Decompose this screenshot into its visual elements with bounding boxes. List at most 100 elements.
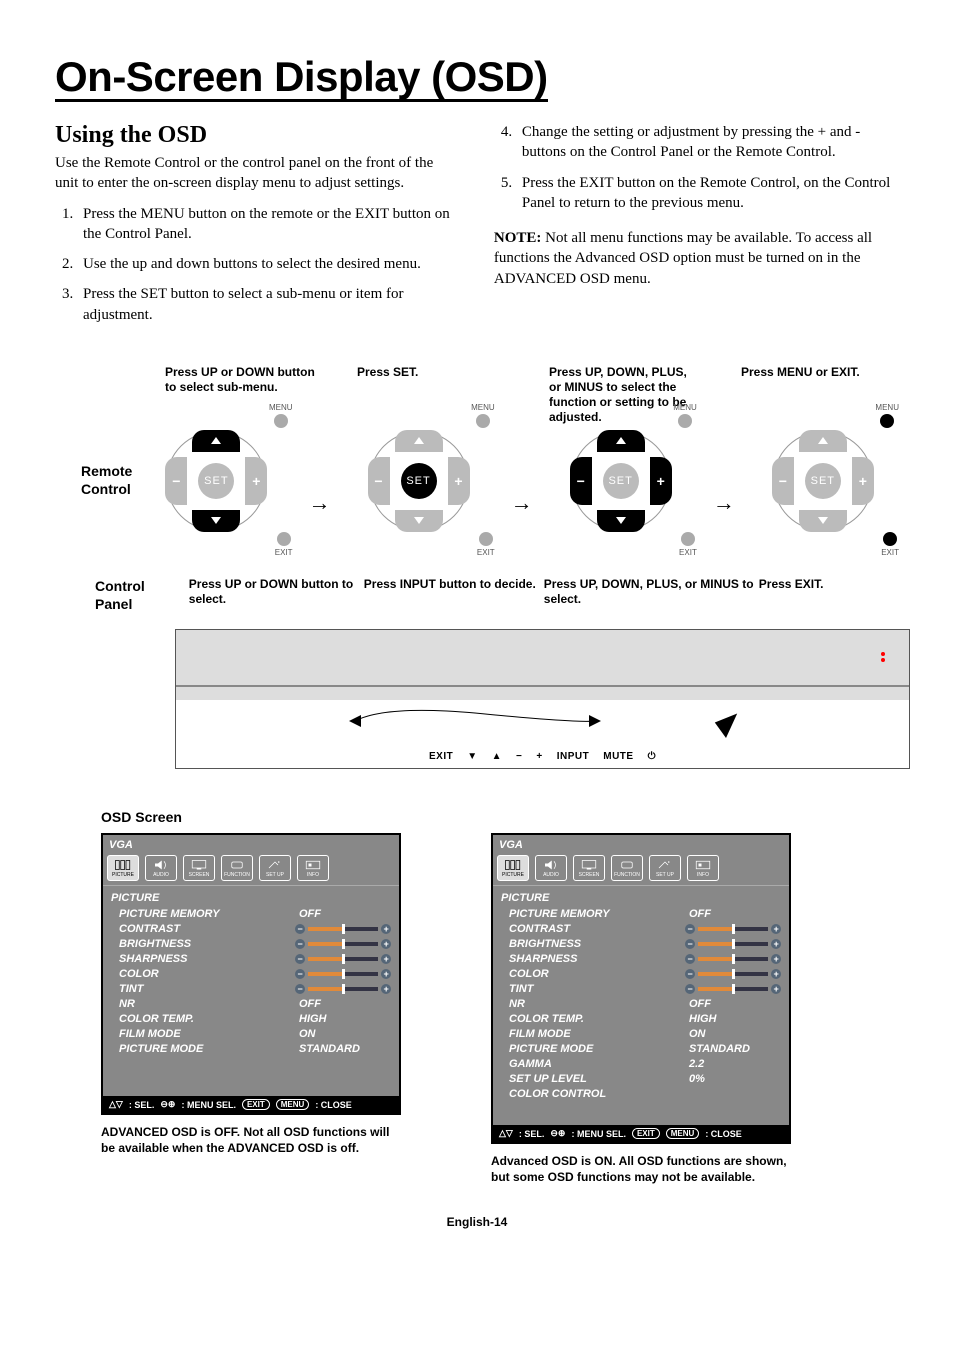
osd-menu-item: CONTRAST−+ xyxy=(111,921,391,936)
osd-tab-info: INFO xyxy=(687,855,719,881)
set-button: SET xyxy=(603,463,639,499)
osd-menu-item: BRIGHTNESS−+ xyxy=(501,936,781,951)
slider-control: −+ xyxy=(685,969,781,979)
control-caption-1: Press UP or DOWN button to select. xyxy=(189,577,364,607)
osd-menu-item: COLOR TEMP.HIGH xyxy=(501,1011,781,1026)
down-button-icon xyxy=(395,510,443,532)
osd-tab-setup: SET UP xyxy=(649,855,681,881)
down-button-icon xyxy=(192,510,240,532)
note-label: NOTE: xyxy=(494,230,542,246)
led-icon xyxy=(881,652,885,656)
osd-tab-audio: AUDIO xyxy=(535,855,567,881)
updown-icon: △▽ xyxy=(499,1128,513,1139)
osd-item-value: OFF xyxy=(299,908,391,920)
osd-item-value: ON xyxy=(299,1028,391,1040)
pointer-arrow-icon xyxy=(345,705,605,742)
remote-diagram-2: MENU − + SET EXIT xyxy=(347,425,495,535)
osd-menu-item: SHARPNESS−+ xyxy=(501,951,781,966)
osd-tab-function: FUNCTION xyxy=(611,855,643,881)
osd-tab-info: INFO xyxy=(297,855,329,881)
osd-menu-item: COLOR −+ xyxy=(501,966,781,981)
control-caption-2: Press INPUT button to decide. xyxy=(364,577,544,607)
osd-menu-item: COLOR CONTROL xyxy=(501,1086,781,1101)
power-icon: ⏻ xyxy=(648,751,656,762)
osd-menu-item: SET UP LEVEL0% xyxy=(501,1071,781,1086)
slider-control: −+ xyxy=(295,969,391,979)
osd-item-label: SHARPNESS xyxy=(111,953,187,965)
step-1: Press the MENU button on the remote or t… xyxy=(77,204,460,245)
down-button-icon xyxy=(597,510,645,532)
osd-item-label: TINT xyxy=(111,983,143,995)
plus-button-icon: + xyxy=(852,457,874,505)
remote-control-label: RemoteControl xyxy=(81,462,132,498)
osd-item-value: OFF xyxy=(689,908,781,920)
osd-item-label: COLOR TEMP. xyxy=(111,1013,194,1025)
minus-icon: − xyxy=(516,751,522,762)
osd-screen-heading: OSD Screen xyxy=(101,809,899,825)
osd-item-label: PICTURE MEMORY xyxy=(501,908,610,920)
osd-item-label: CONTRAST xyxy=(111,923,180,935)
osd-item-value: HIGH xyxy=(689,1013,781,1025)
arrow-icon: → xyxy=(713,490,735,516)
page-number: English-14 xyxy=(55,1215,899,1229)
osd-menu-item: BRIGHTNESS−+ xyxy=(111,936,391,951)
plus-button-icon: + xyxy=(245,457,267,505)
osd-caption-on: Advanced OSD is ON. All OSD functions ar… xyxy=(491,1154,791,1185)
osd-item-label: COLOR CONTROL xyxy=(501,1088,606,1100)
osd-item-label: GAMMA xyxy=(501,1058,552,1070)
panel-mute-label: MUTE xyxy=(603,751,633,762)
osd-item-label: TINT xyxy=(501,983,533,995)
osd-menu-item: NROFF xyxy=(111,996,391,1011)
osd-item-label: FILM MODE xyxy=(111,1028,181,1040)
osd-item-label: COLOR xyxy=(501,968,549,980)
menu-button: MENU xyxy=(875,403,899,430)
osd-item-label: FILM MODE xyxy=(501,1028,571,1040)
osd-menu-item: FILM MODE ON xyxy=(501,1026,781,1041)
menu-pill: MENU xyxy=(276,1099,310,1110)
up-button-icon xyxy=(395,430,443,452)
exit-button: EXIT xyxy=(881,530,899,557)
exit-pill: EXIT xyxy=(632,1128,660,1139)
osd-footer: △▽: SEL. ⊖⊕: MENU SEL. EXIT MENU : CLOSE xyxy=(493,1125,789,1142)
steps-list-left: Press the MENU button on the remote or t… xyxy=(55,204,460,325)
control-caption-4: Press EXIT. xyxy=(759,577,879,607)
up-button-icon xyxy=(597,430,645,452)
osd-tab-picture: PICTURE xyxy=(497,855,529,881)
osd-menu-item: FILM MODE ON xyxy=(111,1026,391,1041)
osd-tab-screen: SCREEN xyxy=(183,855,215,881)
remote-diagram-4: MENU − + SET EXIT xyxy=(751,425,899,535)
remote-diagram-1: MENU − + SET EXIT xyxy=(144,425,292,535)
osd-tab-picture: PICTURE xyxy=(107,855,139,881)
plus-icon: + xyxy=(536,751,542,762)
arrow-icon: → xyxy=(309,490,331,516)
set-button: SET xyxy=(198,463,234,499)
plusminus-icon: ⊖⊕ xyxy=(160,1099,175,1110)
panel-exit-label: EXIT xyxy=(429,751,453,762)
osd-tab-bar: PICTURE AUDIO SCREEN FUNCTION SET UP INF… xyxy=(103,851,399,886)
section-heading: Using the OSD xyxy=(55,122,460,149)
osd-menu-item: CONTRAST−+ xyxy=(501,921,781,936)
exit-pill: EXIT xyxy=(242,1099,270,1110)
osd-item-label: BRIGHTNESS xyxy=(111,938,191,950)
remote-caption-4: Press MENU or EXIT. xyxy=(741,365,891,423)
osd-tab-setup: SET UP xyxy=(259,855,291,881)
osd-menu-item: PICTURE MEMORY OFF xyxy=(501,906,781,921)
osd-item-value: HIGH xyxy=(299,1013,391,1025)
menu-button: MENU xyxy=(471,403,495,430)
plusminus-icon: ⊖⊕ xyxy=(550,1128,565,1139)
osd-item-value: ON xyxy=(689,1028,781,1040)
plus-button-icon: + xyxy=(448,457,470,505)
updown-icon: △▽ xyxy=(109,1099,123,1110)
osd-item-label: SHARPNESS xyxy=(501,953,577,965)
step-5: Press the EXIT button on the Remote Cont… xyxy=(516,173,899,214)
osd-item-label: PICTURE MODE xyxy=(501,1043,593,1055)
osd-footer: △▽: SEL. ⊖⊕: MENU SEL. EXIT MENU : CLOSE xyxy=(103,1096,399,1113)
panel-input-label: INPUT xyxy=(557,751,590,762)
down-button-icon xyxy=(799,510,847,532)
osd-item-value: 0% xyxy=(689,1073,781,1085)
slider-control: −+ xyxy=(295,954,391,964)
osd-tab-function: FUNCTION xyxy=(221,855,253,881)
osd-tab-screen: SCREEN xyxy=(573,855,605,881)
osd-item-value: OFF xyxy=(299,998,391,1010)
minus-button-icon: − xyxy=(165,457,187,505)
